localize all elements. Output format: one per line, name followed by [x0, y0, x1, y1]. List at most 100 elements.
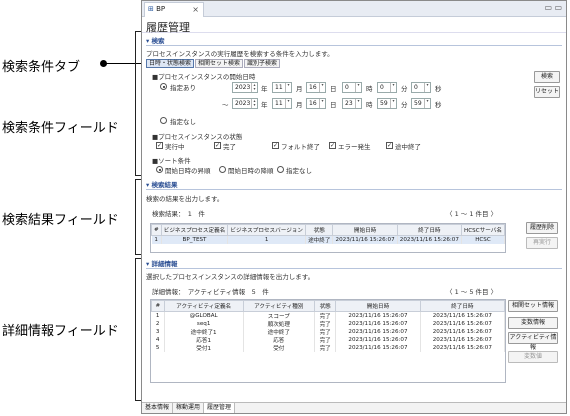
results-section-header[interactable]: ▾ 検索結果: [146, 181, 562, 190]
dropdown-icon[interactable]: ▾: [319, 99, 325, 108]
editor-tab-bp[interactable]: ⊞ BP ×: [144, 2, 204, 17]
spinner-icon[interactable]: ▴ ▾: [251, 83, 257, 92]
results-pager[interactable]: 〈 1 〜 1 件目 〉: [446, 208, 497, 218]
variable-value-button[interactable]: 変数値: [508, 351, 558, 363]
start-datetime-label: ■プロセスインスタンスの開始日時: [152, 73, 256, 81]
editor-tab-label: BP: [156, 5, 166, 13]
to-month[interactable]: 11 ▾: [272, 98, 292, 109]
dropdown-icon[interactable]: ▾: [355, 99, 361, 108]
table-cell: 順次処理: [243, 320, 316, 328]
annotation-results-field: 検索結果フィールド: [2, 213, 119, 228]
close-icon[interactable]: ×: [192, 3, 199, 16]
from-day[interactable]: 16 ▾: [306, 82, 326, 93]
column-header[interactable]: 状態: [305, 224, 334, 236]
reset-button[interactable]: リセット: [534, 86, 560, 98]
table-cell: 3: [151, 328, 165, 336]
bp-icon: ⊞: [148, 5, 154, 13]
table-row[interactable]: 1 BP_TEST 1 途中終了 2023/11/16 15:26:07 2023/11/…: [151, 235, 506, 244]
dropdown-icon[interactable]: ▾: [319, 83, 325, 92]
minimize-icon[interactable]: ▭: [544, 3, 552, 12]
from-month[interactable]: 11 ▾: [272, 82, 292, 93]
rerun-button[interactable]: 再実行: [526, 237, 558, 249]
column-header[interactable]: 開始日時: [332, 224, 398, 236]
table-row[interactable]: 5 受付1 受付 完了 2023/11/16 15:26:07 2023/11/16 15…: [151, 344, 506, 352]
state-aborted-checkbox[interactable]: ✓: [386, 142, 393, 149]
from-year[interactable]: 2023 ▴ ▾: [232, 82, 258, 93]
search-section-header[interactable]: ▾ 検索: [146, 37, 562, 46]
table-cell: 4: [151, 336, 165, 344]
state-fault-checkbox[interactable]: ✓: [272, 142, 279, 149]
from-hour[interactable]: 0 ▾: [342, 82, 362, 93]
variable-info-button[interactable]: 変数情報: [508, 317, 558, 329]
to-hour[interactable]: 23 ▾: [342, 98, 362, 109]
correlation-info-button[interactable]: 相関セット情報: [508, 300, 558, 312]
spec-yes-radio[interactable]: [160, 83, 167, 90]
column-header[interactable]: ビジネスプロセスバージョン: [227, 224, 307, 236]
search-button[interactable]: 検索: [534, 71, 560, 83]
details-pager[interactable]: 〈 1 〜 5 件目 〉: [446, 286, 497, 296]
bottom-tab-basic[interactable]: 基本情報: [142, 403, 174, 413]
table-cell: HCSC: [461, 235, 506, 244]
column-header[interactable]: HCSCサーバ名: [460, 224, 506, 236]
state-error-checkbox[interactable]: ✓: [329, 142, 336, 149]
details-section-header[interactable]: ▾ 詳細情報: [146, 260, 562, 269]
dropdown-icon[interactable]: ▾: [390, 83, 396, 92]
tab-correlation-set[interactable]: 相関セット検索: [195, 59, 244, 68]
column-header[interactable]: 終了日時: [396, 224, 462, 236]
state-complete-checkbox[interactable]: ✓: [214, 142, 221, 149]
column-header[interactable]: 開始日時: [335, 300, 421, 312]
table-row[interactable]: 4 応答1 応答 完了 2023/11/16 15:26:07 2023/11/16 15…: [151, 336, 506, 344]
to-second[interactable]: 59 ▾: [411, 98, 431, 109]
column-header[interactable]: アクティビティ定義名: [163, 300, 244, 312]
table-row[interactable]: 2 seq1 順次処理 完了 2023/11/16 15:26:07 2023/11/16…: [151, 320, 506, 328]
prev-page-icon[interactable]: 〈: [446, 210, 455, 218]
results-section: ▾ 検索結果 検索の結果を出力します。 検索結果： 1 件 〈 1 〜 1 件目…: [146, 181, 562, 257]
from-second[interactable]: 0 ▾: [411, 82, 431, 93]
to-minute[interactable]: 59 ▾: [377, 98, 397, 109]
results-table-wrap: # ビジネスプロセス定義名 ビジネスプロセスバージョン 状態 開始日時 終了日時 HCSCサ…: [150, 223, 506, 253]
dropdown-icon[interactable]: ▾: [424, 83, 430, 92]
state-running-checkbox[interactable]: ✓: [156, 142, 163, 149]
state-label: ■プロセスインスタンスの状態: [152, 133, 243, 141]
to-year[interactable]: 2023 ▴ ▾: [232, 98, 258, 109]
from-minute[interactable]: 0 ▾: [377, 82, 397, 93]
dropdown-icon[interactable]: ▾: [390, 99, 396, 108]
dropdown-icon[interactable]: ▾: [285, 83, 291, 92]
table-row[interactable]: 3 途中終了1 途中終了 完了 2023/11/16 15:26:07 2023/11/1…: [151, 328, 506, 336]
dropdown-icon[interactable]: ▾: [285, 99, 291, 108]
bottom-tab-operation[interactable]: 稼動運用: [173, 403, 205, 413]
details-count: 詳細情報： アクティビティ情報 5 件: [152, 288, 269, 296]
spec-no-radio[interactable]: [160, 117, 167, 124]
table-cell: 1: [151, 235, 162, 244]
table-row[interactable]: 1 @GLOBAL スコープ 完了 2023/11/16 15:26:07 2023/11…: [151, 311, 506, 320]
to-day[interactable]: 16 ▾: [306, 98, 326, 109]
delete-history-button[interactable]: 履歴削除: [526, 222, 558, 234]
column-header[interactable]: #: [151, 224, 162, 236]
spinner-icon[interactable]: ▴ ▾: [251, 99, 257, 108]
column-header[interactable]: アクティビティ種別: [242, 300, 316, 312]
column-header[interactable]: 状態: [314, 300, 337, 312]
prev-page-icon[interactable]: 〈: [446, 288, 455, 296]
table-cell: 応答: [243, 336, 316, 344]
column-header[interactable]: ビジネスプロセス定義名: [160, 224, 229, 236]
range-tilde: 〜: [222, 101, 229, 109]
activity-info-button[interactable]: アクティビティ情報: [508, 332, 558, 351]
table-cell: 2023/11/16 15:26:07: [335, 320, 421, 328]
dropdown-icon[interactable]: ▾: [355, 83, 361, 92]
details-description: 選択したプロセスインスタンスの詳細情報を出力します。: [146, 273, 315, 281]
tab-datetime-status[interactable]: 日時・状態検索: [146, 59, 195, 68]
maximize-icon[interactable]: ▭: [554, 3, 562, 12]
dropdown-icon[interactable]: ▾: [424, 99, 430, 108]
sort-asc-radio[interactable]: [156, 166, 163, 173]
sort-none-radio[interactable]: [277, 166, 284, 173]
column-header[interactable]: 終了日時: [419, 300, 506, 312]
tab-identifier[interactable]: 識別子検索: [244, 59, 281, 68]
sort-desc-radio[interactable]: [219, 166, 226, 173]
state-error-label: エラー発生: [338, 143, 371, 151]
bottom-tab-history[interactable]: 履歴管理: [204, 403, 236, 413]
state-aborted-label: 途中終了: [395, 143, 421, 151]
column-header[interactable]: #: [151, 300, 165, 312]
search-section: ▾ 検索 プロセスインスタンスの実行履歴を検索する条件を入力します。 日時・状態…: [146, 37, 562, 177]
next-page-icon[interactable]: 〉: [489, 210, 498, 218]
next-page-icon[interactable]: 〉: [489, 288, 498, 296]
